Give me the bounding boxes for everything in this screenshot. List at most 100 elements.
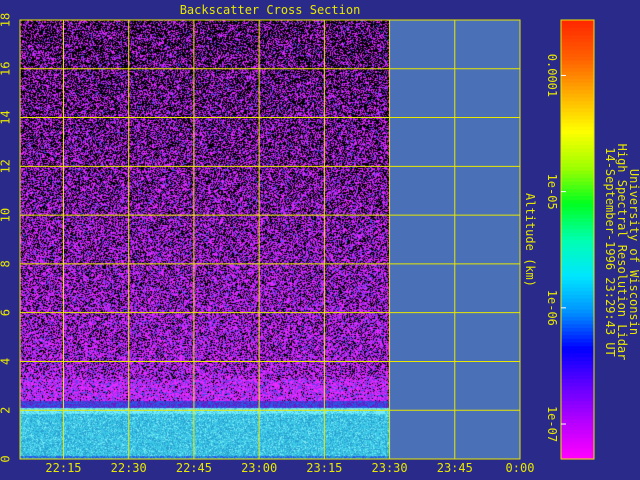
x-tick-label-0: 22:15 [45,461,81,475]
colorbar-segment-91 [561,122,594,127]
colorbar-segment-117 [561,27,594,32]
colorbar-segment-47 [561,283,594,288]
colorbar-segment-27 [561,356,594,361]
colorbar-segment-88 [561,133,594,138]
x-tick-label-2: 22:45 [176,461,212,475]
colorbar-segment-2 [561,448,594,453]
colorbar-segment-110 [561,52,594,58]
colorbar-segment-89 [561,129,594,135]
colorbar-segment-74 [561,184,594,189]
colorbar-segment-25 [561,363,594,369]
caption: University of Wisconsin High Spectral Re… [603,144,640,361]
colorbar-segment-60 [561,235,594,241]
colorbar-segment-77 [561,173,594,178]
colorbar-segment-86 [561,140,594,145]
colorbar-segment-92 [561,118,594,124]
colorbar-segment-100 [561,89,594,94]
colorbar-segment-116 [561,30,594,36]
colorbar-segment-71 [561,195,594,200]
colorbar-segment-114 [561,38,594,43]
colorbar-segment-66 [561,213,594,219]
colorbar-segment-31 [561,341,594,347]
colorbar-segment-115 [561,34,594,39]
colorbar-segment-40 [561,309,594,314]
colorbar-segment-58 [561,243,594,248]
colorbar-segment-83 [561,151,594,156]
colorbar-segment-56 [561,250,594,255]
colorbar-segment-70 [561,199,594,204]
x-tick-label-5: 23:30 [372,461,408,475]
colorbar-segment-119 [561,20,594,25]
colorbar-segment-38 [561,316,594,321]
y-tick-label-7: 14 [0,110,13,124]
y-tick-label-8: 16 [0,62,13,76]
colorbar-tick-label-0: 0.0001 [545,54,559,97]
colorbar-segment-19 [561,385,594,391]
x-tick-label-6: 23:45 [437,461,473,475]
colorbar-segment-20 [561,382,594,387]
y-tick-label-9: 18 [0,13,13,27]
backscatter-heatmap [20,20,390,459]
colorbar-segment-13 [561,407,594,413]
colorbar-segment-52 [561,265,594,270]
colorbar-segment-69 [561,202,594,208]
colorbar-segment-18 [561,389,594,394]
x-tick-label-3: 23:00 [241,461,277,475]
figure: Backscatter Cross Section 0 2 4 6 8 10 12 14 16 1… [0,0,640,480]
colorbar-segment-3 [561,444,594,449]
colorbar-segment-94 [561,111,594,116]
colorbar-segment-1 [561,451,594,456]
colorbar-segment-11 [561,415,594,420]
colorbar-segment-72 [561,191,594,197]
colorbar-segment-22 [561,374,594,380]
chart-title: Backscatter Cross Section [180,3,361,17]
colorbar-segment-111 [561,49,594,54]
x-tick-label-1: 22:30 [111,461,147,475]
colorbar-segment-23 [561,371,594,376]
colorbar-tick-label-3: 1e-07 [545,406,559,442]
colorbar-segment-33 [561,334,594,339]
colorbar-gradient [561,20,594,460]
colorbar-segment-59 [561,239,594,244]
colorbar-segment-28 [561,352,594,358]
colorbar-segment-85 [561,144,594,149]
y-tick-label-4: 8 [0,260,13,267]
colorbar-segment-82 [561,155,594,160]
y-tick-label-0: 0 [0,455,13,462]
y-axis-label: Altitude (km) [523,193,537,287]
colorbar-segment-76 [561,177,594,182]
colorbar-segment-35 [561,327,594,332]
colorbar-segment-109 [561,56,594,61]
colorbar-segment-43 [561,298,594,303]
colorbar-segment-44 [561,294,594,299]
colorbar-segment-12 [561,411,594,416]
colorbar-segment-45 [561,290,594,295]
caption-line-3: 14-September-1996 23:29:43 UT [603,147,617,357]
colorbar-segment-87 [561,137,594,142]
colorbar-segment-39 [561,312,594,317]
colorbar-segment-21 [561,378,594,383]
colorbar-segment-78 [561,169,594,175]
colorbar-segment-49 [561,276,594,281]
colorbar-segment-7 [561,429,594,434]
colorbar-segment-101 [561,85,594,91]
colorbar-segment-63 [561,224,594,230]
y-tick-label-2: 4 [0,358,13,365]
colorbar-segment-98 [561,96,594,102]
colorbar-segment-93 [561,115,594,120]
colorbar-segment-36 [561,323,594,328]
colorbar-segment-68 [561,206,594,211]
colorbar-segment-54 [561,257,594,263]
colorbar-segment-6 [561,433,594,438]
colorbar-segment-8 [561,426,594,431]
colorbar-segment-96 [561,104,594,109]
colorbar-segment-48 [561,279,594,284]
colorbar-segment-65 [561,217,594,222]
colorbar-segment-113 [561,41,594,47]
colorbar-segment-46 [561,287,594,292]
colorbar-segment-51 [561,268,594,274]
colorbar-segment-79 [561,166,594,171]
colorbar-segment-106 [561,67,594,72]
colorbar-segment-118 [561,23,594,28]
colorbar-segment-14 [561,404,594,409]
